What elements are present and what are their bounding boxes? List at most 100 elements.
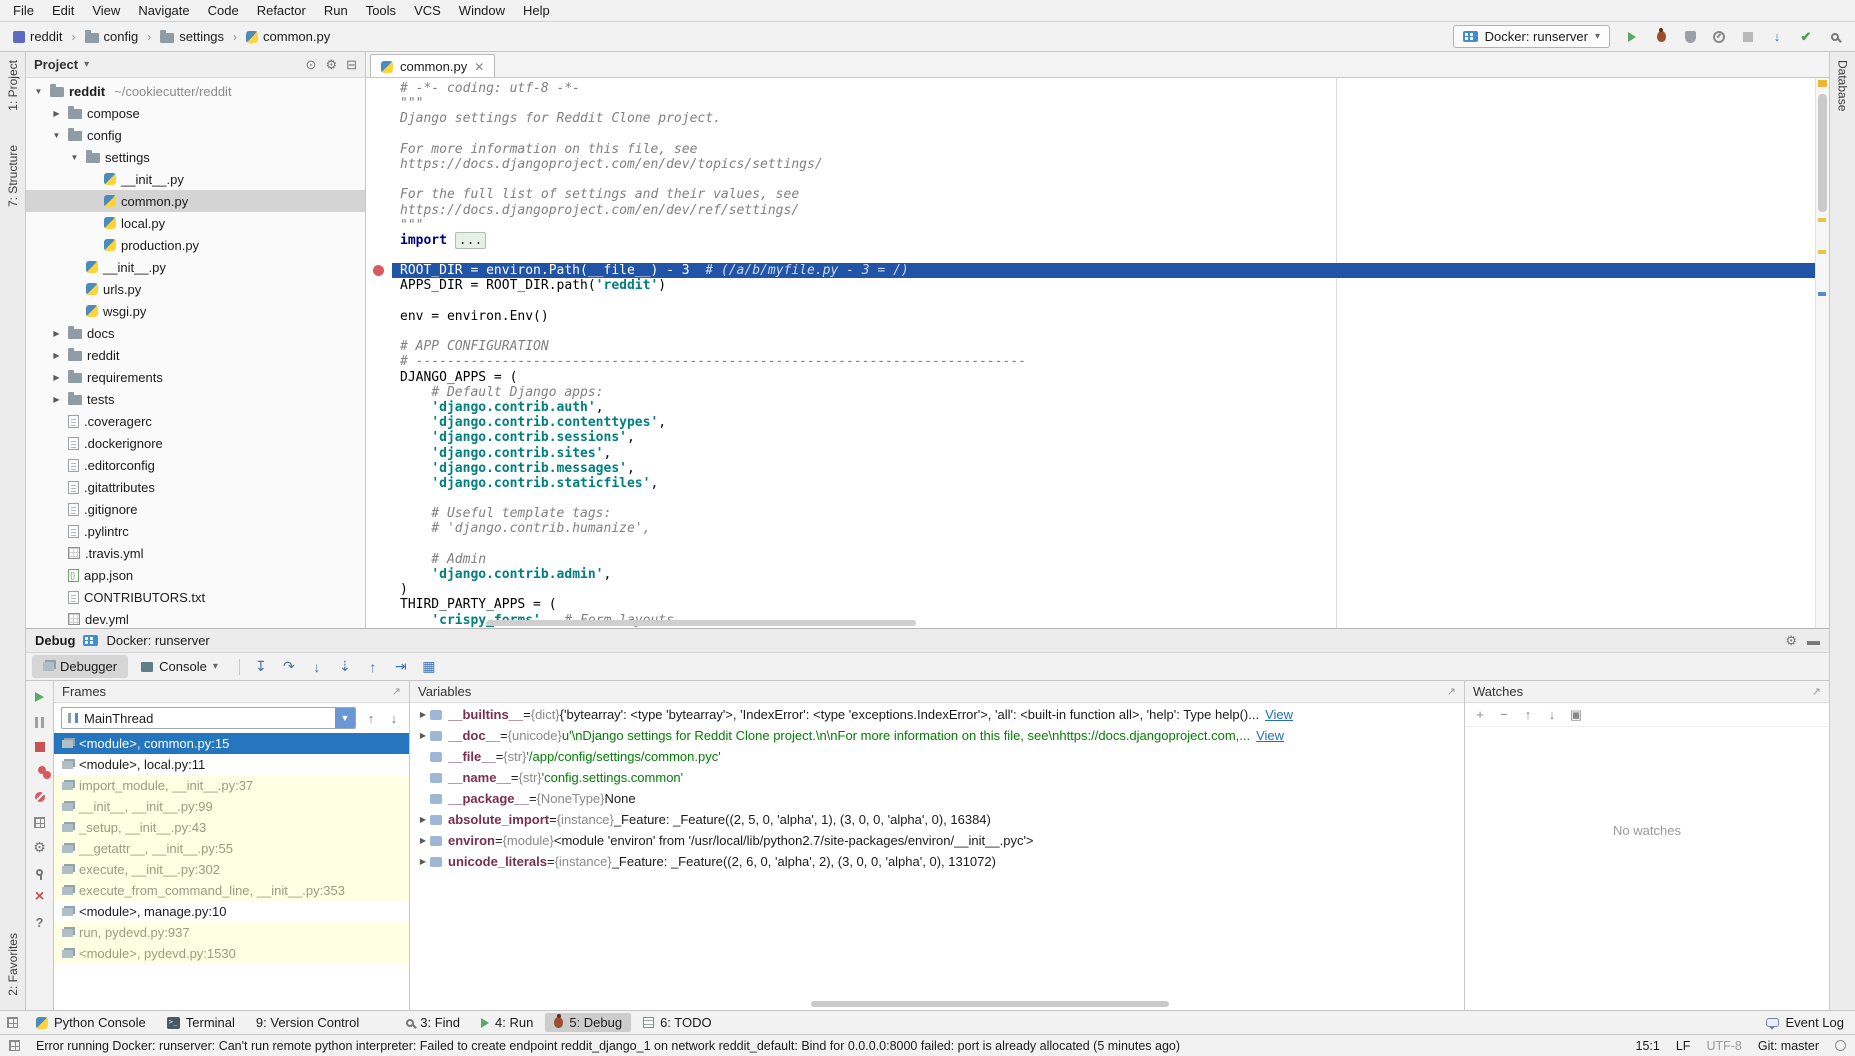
gutter[interactable] [366,339,392,354]
chevron-right-icon[interactable]: ▶ [50,351,63,360]
step-into-my-code-button[interactable]: ⇣ [334,657,356,677]
chevron-right-icon[interactable]: ▶ [50,373,63,382]
gutter[interactable] [366,142,392,157]
code-line[interactable]: 'django.contrib.messages', [366,461,1829,476]
toolwindow-button-terminal[interactable]: Terminal [158,1013,244,1032]
chevron-down-icon[interactable]: ▾ [84,59,89,70]
menu-view[interactable]: View [83,1,129,20]
tree-item-coveragerc[interactable]: .coveragerc [26,410,365,432]
settings-gear-button[interactable]: ⚙ [1785,633,1797,649]
toolwindow-button-9-version-control[interactable]: 9: Version Control [247,1013,368,1032]
code-line[interactable]: """ [366,96,1829,111]
menu-navigate[interactable]: Navigate [129,1,198,20]
pause-button[interactable] [30,714,50,730]
toolwindow-button-3-find[interactable]: 3: Find [397,1013,469,1032]
code-line[interactable] [366,172,1829,187]
editor-horizontal-scrollbar[interactable] [486,620,916,626]
collapse-all-button[interactable]: ⊟ [346,57,357,73]
restore-layout-button[interactable] [30,814,50,830]
tree-item-wsgi-py[interactable]: wsgi.py [26,300,365,322]
mute-breakpoints-button[interactable] [30,789,50,805]
tree-item-pylintrc[interactable]: .pylintrc [26,520,365,542]
gutter[interactable] [366,294,392,309]
inspection-indicator[interactable] [1818,80,1827,87]
tree-item-dev-yml[interactable]: dev.yml [26,608,365,628]
frame-row[interactable]: <module>, manage.py:10 [54,901,409,922]
code-line[interactable]: # Admin [366,552,1829,567]
menu-file[interactable]: File [4,1,43,20]
code-line[interactable]: https://docs.djangoproject.com/en/dev/to… [366,157,1829,172]
chevron-right-icon[interactable]: ▶ [50,395,63,404]
watch-add-button[interactable]: + [1473,707,1487,722]
variable-row-name[interactable]: __name__ = {str} 'config.settings.common… [410,767,1464,788]
code-line[interactable]: """ [366,218,1829,233]
run-configuration-selector[interactable]: Docker: runserver ▾ [1453,25,1610,48]
line-separator-indicator[interactable]: LF [1676,1039,1691,1053]
watch-move-up-button[interactable]: ↑ [1521,707,1535,722]
search-button[interactable] [1825,27,1845,47]
code-line[interactable]: # -*- coding: utf-8 -*- [366,81,1829,96]
watch-remove-button[interactable]: − [1497,707,1511,722]
gutter[interactable] [366,582,392,597]
expand-arrow-icon[interactable]: ▶ [416,857,430,866]
variable-row-environ[interactable]: ▶environ = {module} <module 'environ' fr… [410,830,1464,851]
float-panel-icon[interactable]: ↗ [392,685,401,698]
tree-item-config[interactable]: ▼config [26,124,365,146]
toolwindow-stripe-database[interactable]: Database [1836,60,1850,111]
toolwindow-stripe-7-structure[interactable]: 7: Structure [6,145,20,207]
gutter[interactable] [366,521,392,536]
expand-arrow-icon[interactable]: ▶ [416,731,430,740]
chevron-right-icon[interactable]: ▶ [50,109,63,118]
variable-row-doc[interactable]: ▶__doc__ = {unicode} u'\nDjango settings… [410,725,1464,746]
warning-stripe-mark[interactable] [1818,218,1826,222]
toolwindow-button-python-console[interactable]: Python Console [27,1013,155,1032]
tree-item-gitignore[interactable]: .gitignore [26,498,365,520]
tree-item-compose[interactable]: ▶compose [26,102,365,124]
variables-horizontal-scrollbar[interactable] [811,1001,1169,1007]
frame-row[interactable]: __init__, __init__.py:99 [54,796,409,817]
git-branch-indicator[interactable]: Git: master [1758,1039,1819,1053]
scrollbar-thumb[interactable] [1818,94,1827,212]
folded-region[interactable]: ... [455,232,486,249]
debug-button[interactable] [1651,27,1671,47]
view-link[interactable]: View [1265,707,1293,722]
tree-item-local-py[interactable]: local.py [26,212,365,234]
step-over-button[interactable]: ↷ [278,657,300,677]
variable-row-absolute-import[interactable]: ▶absolute_import = {instance} _Feature: … [410,809,1464,830]
highlighting-level-icon[interactable] [1835,1040,1846,1051]
code-line[interactable] [366,491,1829,506]
breadcrumb-item-config[interactable]: config [82,28,142,45]
gutter[interactable] [366,491,392,506]
toolwindow-quick-access-icon[interactable] [7,1017,18,1028]
next-frame-button[interactable]: ↓ [386,711,402,726]
tree-item-gitattributes[interactable]: .gitattributes [26,476,365,498]
tree-item-dockerignore[interactable]: .dockerignore [26,432,365,454]
code-line[interactable]: 'django.contrib.sessions', [366,430,1829,445]
profiler-button[interactable] [1709,27,1729,47]
code-line[interactable]: Django settings for Reddit Clone project… [366,111,1829,126]
thread-selector[interactable]: MainThread ▼ [61,707,356,729]
tree-item-settings[interactable]: ▼settings [26,146,365,168]
editor-vertical-scrollbar[interactable] [1815,78,1829,628]
locate-file-button[interactable]: ⊙ [306,57,317,73]
frame-row[interactable]: __getattr__, __init__.py:55 [54,838,409,859]
float-panel-icon[interactable]: ↗ [1447,685,1456,698]
code-line[interactable] [366,294,1829,309]
vcs-commit-button[interactable]: ✔ [1796,27,1816,47]
chevron-down-icon[interactable]: ▼ [32,87,45,96]
pin-button[interactable] [30,864,50,880]
code-line[interactable] [366,537,1829,552]
gutter[interactable] [366,172,392,187]
code-line[interactable]: 'django.contrib.admin', [366,567,1829,582]
tree-item-requirements[interactable]: ▶requirements [26,366,365,388]
tree-item-init-py[interactable]: __init__.py [26,256,365,278]
chevron-down-icon[interactable]: ▼ [68,153,81,162]
toolwindow-toggle-icon[interactable] [9,1040,20,1051]
code-line[interactable]: import ... [366,233,1829,248]
code-line[interactable]: # 'django.contrib.humanize', [366,521,1829,536]
dropdown-button[interactable]: ▼ [335,708,355,728]
status-message[interactable]: Error running Docker: runserver: Can't r… [36,1039,1620,1053]
gutter[interactable] [366,157,392,172]
tree-item-editorconfig[interactable]: .editorconfig [26,454,365,476]
code-line[interactable]: For the full list of settings and their … [366,187,1829,202]
